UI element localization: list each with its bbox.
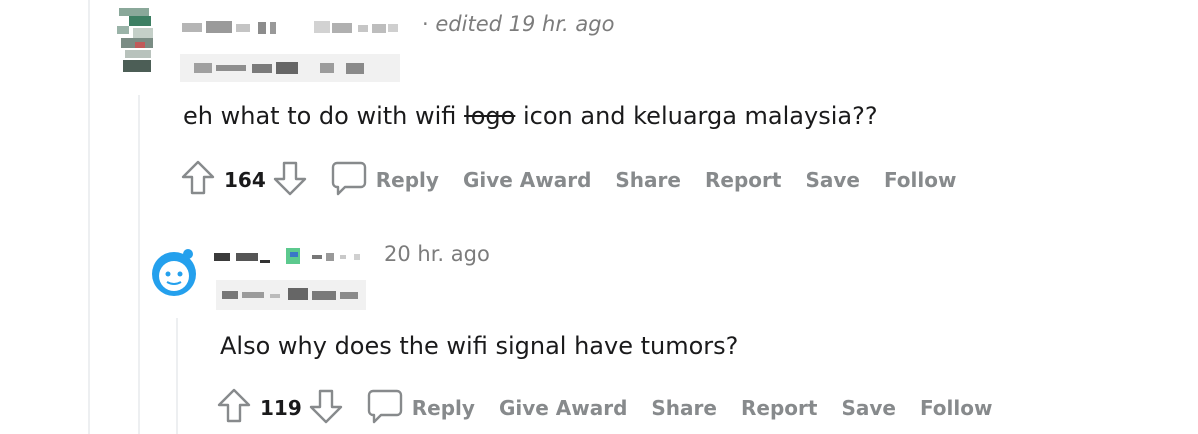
user-flair-redacted [216, 280, 366, 310]
avatar[interactable] [115, 8, 161, 74]
report-button[interactable]: Report [705, 168, 781, 192]
comment-icon[interactable] [366, 387, 404, 429]
give-award-button[interactable]: Give Award [463, 168, 591, 192]
comment-meta: · edited 19 hr. ago [422, 12, 614, 36]
follow-button[interactable]: Follow [884, 168, 957, 192]
user-flair-redacted [180, 54, 400, 82]
comment-actions: 164 Reply Give Award Share Report Save F… [180, 160, 980, 200]
comment-body: eh what to do with wifi logo icon and ke… [183, 102, 878, 130]
vote-score: 164 [224, 168, 266, 192]
thread-line-root[interactable] [88, 0, 90, 434]
struck-word: logo [464, 102, 516, 130]
comment-meta: 20 hr. ago [384, 242, 490, 266]
share-button[interactable]: Share [651, 396, 717, 420]
save-button[interactable]: Save [805, 168, 860, 192]
thread-line-comment-1[interactable] [138, 95, 140, 434]
vote-score: 119 [260, 396, 302, 420]
follow-button[interactable]: Follow [920, 396, 993, 420]
reply-button[interactable]: Reply [376, 168, 439, 192]
downvote-icon[interactable] [272, 159, 308, 201]
share-button[interactable]: Share [615, 168, 681, 192]
edited-timestamp[interactable]: edited 19 hr. ago [435, 12, 614, 36]
comment-icon[interactable] [330, 159, 368, 201]
comment-body: Also why does the wifi signal have tumor… [220, 332, 739, 360]
username-redacted[interactable] [214, 244, 382, 270]
give-award-button[interactable]: Give Award [499, 396, 627, 420]
meta-separator: · [422, 12, 429, 36]
upvote-icon[interactable] [216, 387, 252, 429]
avatar[interactable] [148, 244, 202, 298]
reply-button[interactable]: Reply [412, 396, 475, 420]
report-button[interactable]: Report [741, 396, 817, 420]
save-button[interactable]: Save [841, 396, 896, 420]
upvote-icon[interactable] [180, 159, 216, 201]
comment-actions: 119 Reply Give Award Share Report Save F… [216, 388, 1016, 428]
comment-timestamp[interactable]: 20 hr. ago [384, 242, 490, 266]
thread-line-comment-2[interactable] [176, 318, 178, 434]
username-redacted[interactable] [182, 18, 418, 38]
downvote-icon[interactable] [308, 387, 344, 429]
